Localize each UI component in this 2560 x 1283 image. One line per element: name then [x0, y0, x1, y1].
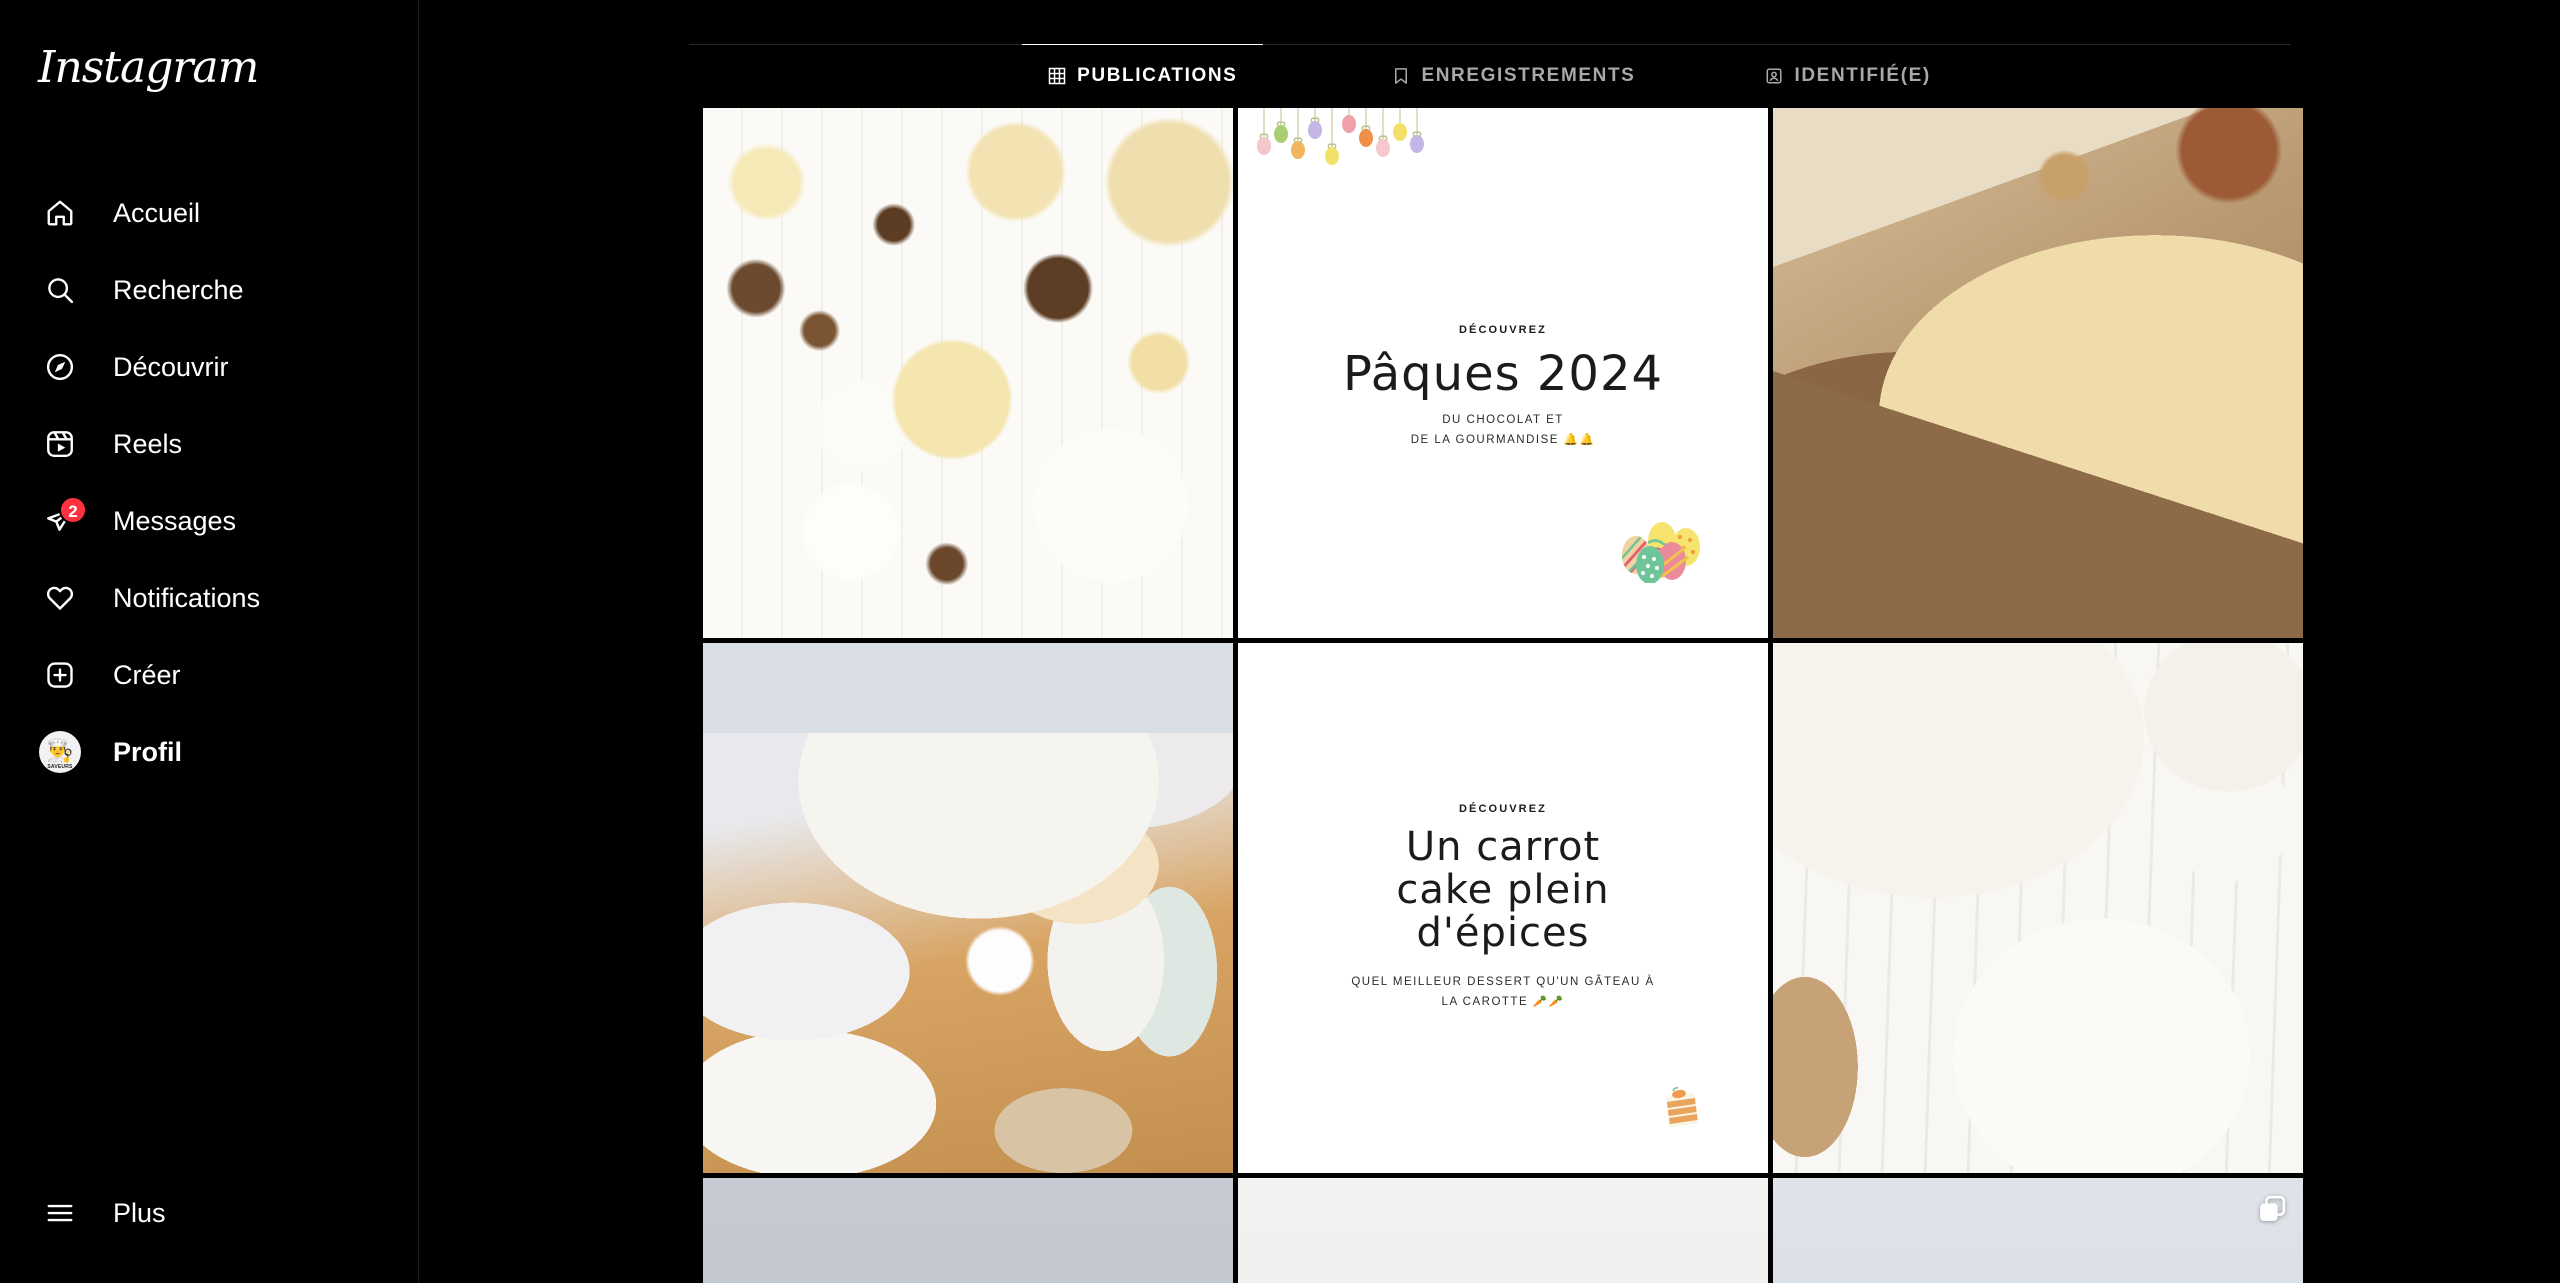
sidebar: Instagram Accueil Recherche Découvrir Re… [0, 0, 419, 1283]
sidebar-footer: Plus [0, 1181, 419, 1245]
page-scrollbar[interactable] [2554, 0, 2560, 1283]
tab-publications[interactable]: PUBLICATIONS [1022, 44, 1264, 106]
post-image [1238, 1178, 1768, 1283]
easter-egg-garland-icon [1257, 108, 1424, 165]
sidebar-item-decouvrir[interactable]: Découvrir [0, 335, 419, 399]
messenger-icon: 2 [38, 496, 87, 543]
bookmark-icon [1392, 67, 1410, 85]
sidebar-item-messages[interactable]: 2 Messages [0, 489, 419, 553]
post-row3-center[interactable] [1238, 1178, 1768, 1283]
post-paques-2024-card[interactable]: DÉCOUVREZ Pâques 2024 DU CHOCOLAT ET DE … [1238, 108, 1768, 638]
sidebar-item-plus[interactable]: Plus [0, 1181, 419, 1245]
tagged-icon [1765, 67, 1783, 85]
carrot-cake-slice-icon [1666, 1087, 1698, 1127]
post-headline-line-1: Un carrot [1405, 824, 1601, 870]
grid-icon [1048, 67, 1066, 85]
hamburger-icon [38, 1191, 82, 1235]
messages-unread-badge: 2 [59, 496, 87, 524]
sidebar-item-label: Profil [113, 736, 183, 767]
sidebar-item-notifications[interactable]: Notifications [0, 566, 419, 630]
profile-main: PUBLICATIONS ENREGISTREMENTS IDENTIFIÉ(E… [419, 0, 2560, 1283]
tab-identifie[interactable]: IDENTIFIÉ(E) [1739, 44, 1956, 106]
post-bunny-cookie-dough[interactable] [1773, 108, 2303, 638]
post-easter-cookies-flatlay[interactable] [703, 108, 1233, 638]
post-image [1773, 643, 2303, 1173]
decorated-eggs-icon [1622, 522, 1700, 583]
post-subline-2: LA CAROTTE 🥕🥕 [1441, 996, 1565, 1009]
sidebar-item-label: Créer [113, 659, 181, 690]
post-image [1773, 108, 2303, 638]
post-headline: Pâques 2024 [1342, 346, 1664, 402]
instagram-app: Instagram Accueil Recherche Découvrir Re… [0, 0, 2560, 1283]
post-carrot-cake-card[interactable]: DÉCOUVREZ Un carrot cake plein d'épices … [1238, 643, 1768, 1173]
post-subline-1: DU CHOCOLAT ET [1442, 414, 1564, 426]
tab-label: IDENTIFIÉ(E) [1794, 64, 1931, 86]
post-graphic: DÉCOUVREZ Pâques 2024 DU CHOCOLAT ET DE … [1238, 108, 1768, 638]
post-image [703, 1178, 1233, 1283]
posts-grid: DÉCOUVREZ Pâques 2024 DU CHOCOLAT ET DE … [703, 108, 2310, 1283]
post-image [703, 643, 1233, 1173]
compass-icon [38, 345, 82, 389]
heart-icon [38, 576, 82, 620]
sidebar-item-label: Accueil [113, 197, 201, 228]
post-kicker: DÉCOUVREZ [1459, 803, 1547, 815]
post-row3-left[interactable] [703, 1178, 1233, 1283]
sidebar-item-label: Recherche [113, 274, 244, 305]
tab-enregistrements[interactable]: ENREGISTREMENTS [1366, 44, 1661, 106]
post-cafe-table-carrot-cake[interactable] [703, 643, 1233, 1173]
instagram-logo[interactable]: Instagram [38, 46, 259, 90]
post-headline-line-3: d'épices [1416, 909, 1590, 956]
sidebar-item-reels[interactable]: Reels [0, 412, 419, 476]
sidebar-item-accueil[interactable]: Accueil [0, 181, 419, 245]
sidebar-item-label: Reels [113, 428, 183, 459]
post-subline-1: QUEL MEILLEUR DESSERT QU'UN GÂTEAU À [1351, 976, 1655, 989]
sidebar-item-label: Notifications [113, 582, 261, 613]
sidebar-item-profil[interactable]: 👨‍🍳 SAVEURS Profil [0, 720, 419, 784]
reels-icon [38, 422, 82, 466]
post-graphic: DÉCOUVREZ Un carrot cake plein d'épices … [1238, 643, 1768, 1173]
tab-label: ENREGISTREMENTS [1421, 64, 1636, 86]
sidebar-item-label: Découvrir [113, 351, 229, 382]
sidebar-item-label: Messages [113, 505, 237, 536]
post-carrot-cake-plate-topdown[interactable] [1773, 643, 2303, 1173]
avatar-chef-glyph: 👨‍🍳 [46, 737, 74, 763]
post-subline-2: DE LA GOURMANDISE 🔔🔔 [1410, 433, 1596, 446]
plus-square-icon [38, 653, 82, 697]
sidebar-item-creer[interactable]: Créer [0, 643, 419, 707]
tab-label: PUBLICATIONS [1077, 64, 1238, 86]
sidebar-item-label: Plus [113, 1197, 166, 1228]
post-headline-line-2: cake plein [1396, 866, 1610, 913]
post-image [1773, 1178, 2303, 1283]
sidebar-item-recherche[interactable]: Recherche [0, 258, 419, 322]
avatar: 👨‍🍳 SAVEURS [38, 730, 82, 774]
profile-tab-bar: PUBLICATIONS ENREGISTREMENTS IDENTIFIÉ(E… [688, 44, 2291, 106]
carousel-icon [2260, 1195, 2286, 1221]
post-image [703, 108, 1233, 638]
avatar-wordmark: SAVEURS [47, 764, 73, 770]
home-icon [38, 191, 82, 235]
search-icon [38, 268, 82, 312]
post-row3-right[interactable] [1773, 1178, 2303, 1283]
post-kicker: DÉCOUVREZ [1459, 324, 1547, 336]
primary-navigation: Accueil Recherche Découvrir Reels 2 Mess… [0, 168, 419, 797]
